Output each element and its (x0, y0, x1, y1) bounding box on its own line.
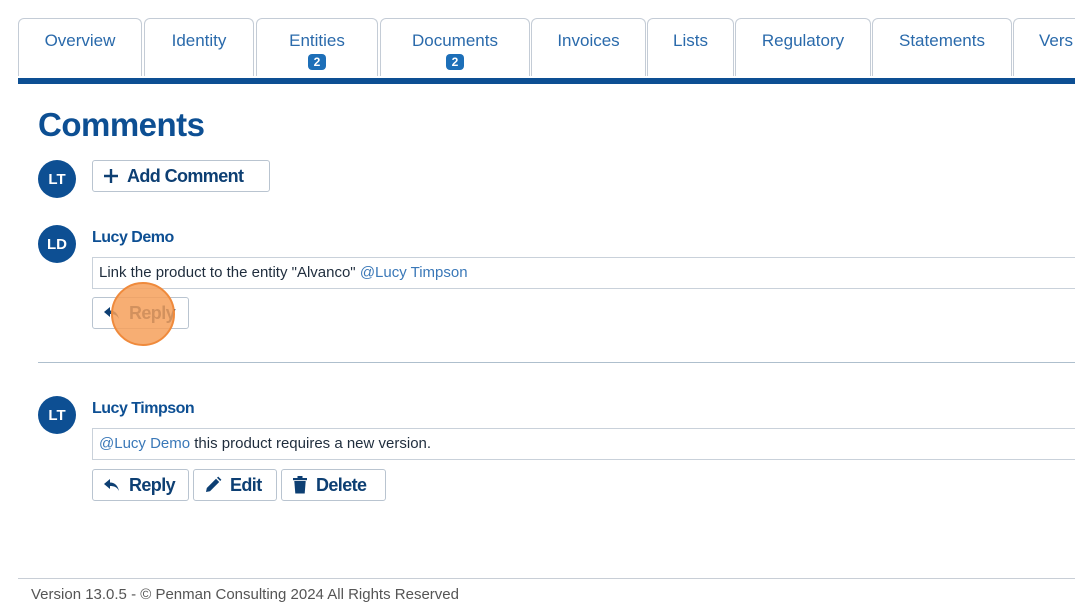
trash-icon (293, 476, 307, 494)
footer-text: Version 13.0.5 - © Penman Consulting 202… (31, 586, 459, 603)
pencil-icon (206, 476, 222, 492)
reply-icon (104, 479, 119, 491)
comment-text-body: Link the product to the entity "Alvanco" (99, 264, 360, 281)
tab-bar: Overview Identity Entities 2 Documents 2… (18, 18, 1075, 78)
reply-button[interactable]: Reply (92, 469, 189, 501)
edit-button[interactable]: Edit (193, 469, 277, 501)
tab-label: Regulatory (761, 31, 845, 50)
tab-lists[interactable]: Lists (647, 18, 734, 76)
tab-label: Invoices (557, 31, 620, 50)
delete-label: Delete (316, 474, 367, 495)
comment-divider (38, 362, 1075, 363)
tab-label: Vers (1039, 31, 1074, 50)
tab-label: Statements (899, 31, 985, 50)
plus-icon (104, 169, 118, 183)
comment-author: Lucy Timpson (92, 400, 195, 417)
count-badge: 2 (445, 54, 465, 70)
page-title: Comments (38, 106, 205, 143)
current-user-avatar: LT (38, 160, 76, 198)
mention-link[interactable]: @Lucy Demo (99, 435, 190, 452)
tab-label: Lists (673, 31, 708, 50)
delete-button[interactable]: Delete (281, 469, 386, 501)
tab-documents[interactable]: Documents 2 (380, 18, 530, 76)
tab-bar-underline (18, 78, 1075, 84)
add-comment-label: Add Comment (127, 165, 244, 186)
reply-label: Reply (129, 302, 176, 323)
edit-label: Edit (230, 474, 262, 495)
tab-entities[interactable]: Entities 2 (256, 18, 378, 76)
reply-icon (104, 307, 119, 319)
tab-identity[interactable]: Identity (144, 18, 254, 76)
tab-versions[interactable]: Vers (1013, 18, 1075, 76)
avatar: LD (38, 225, 76, 263)
comment-author: Lucy Demo (92, 229, 174, 246)
reply-button[interactable]: Reply (92, 297, 189, 329)
tab-overview[interactable]: Overview (18, 18, 142, 76)
tab-label: Entities (289, 31, 345, 50)
tab-invoices[interactable]: Invoices (531, 18, 646, 76)
tab-statements[interactable]: Statements (872, 18, 1012, 76)
tab-regulatory[interactable]: Regulatory (735, 18, 871, 76)
tab-label: Overview (44, 31, 116, 50)
comment-text: @Lucy Demo this product requires a new v… (92, 428, 1075, 460)
comment-text: Link the product to the entity "Alvanco"… (92, 257, 1075, 289)
comment-text-tail: this product requires a new version. (190, 435, 432, 452)
avatar: LT (38, 396, 76, 434)
reply-label: Reply (129, 474, 176, 495)
footer-divider (18, 578, 1075, 579)
count-badge: 2 (307, 54, 327, 70)
tab-label: Identity (171, 31, 227, 50)
mention-link[interactable]: @Lucy Timpson (360, 264, 468, 281)
tab-label: Documents (412, 31, 498, 50)
add-comment-button[interactable]: Add Comment (92, 160, 270, 192)
